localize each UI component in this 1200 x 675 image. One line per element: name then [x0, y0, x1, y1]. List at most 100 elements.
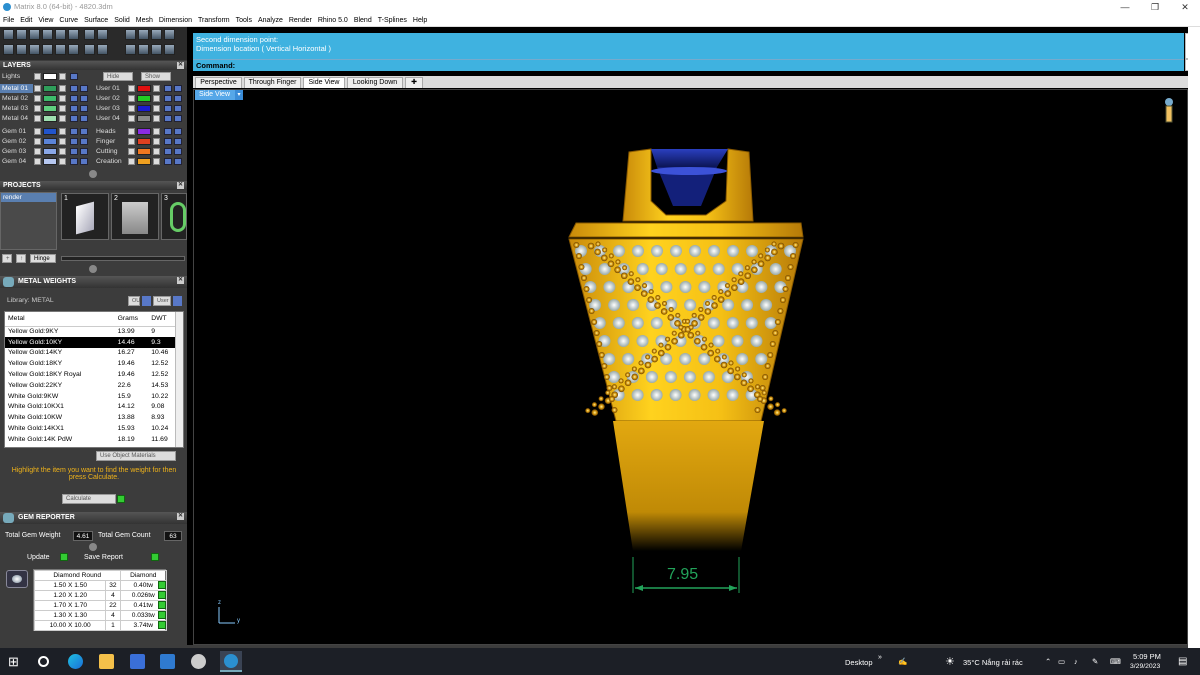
notification-icon[interactable]: ▤	[1178, 656, 1187, 667]
layer-color-swatch[interactable]	[43, 105, 57, 112]
shank-tool-icon[interactable]	[164, 44, 175, 55]
layer-options-icon[interactable]	[80, 115, 88, 122]
gem-row-select-button[interactable]	[158, 581, 166, 589]
gem-row-select-button[interactable]	[158, 601, 166, 609]
layer-visibility-icon[interactable]	[128, 85, 135, 92]
matrix-app-icon[interactable]	[191, 654, 206, 669]
layer-info-icon[interactable]	[164, 85, 172, 92]
layer-lock-icon[interactable]	[153, 158, 160, 165]
layer-row[interactable]: Metal 01	[0, 84, 92, 93]
layer-lock-icon[interactable]	[153, 95, 160, 102]
menu-item-analyze[interactable]: Analyze	[258, 14, 283, 26]
layer-options-icon[interactable]	[174, 85, 182, 92]
menu-item-solid[interactable]: Solid	[114, 14, 130, 26]
layer-options-icon[interactable]	[174, 105, 182, 112]
layer-options-icon[interactable]	[80, 128, 88, 135]
cylinder-tool-icon[interactable]	[42, 29, 53, 40]
table-row[interactable]: Yellow Gold:9KY 13.99 9	[5, 326, 177, 337]
gem-reporter-close-icon[interactable]: ✕	[177, 513, 184, 520]
layer-options-icon[interactable]	[80, 138, 88, 145]
desktop-label[interactable]: Desktop	[845, 658, 873, 667]
tab-looking-down[interactable]: Looking Down	[347, 77, 403, 88]
table-row[interactable]: White Gold:10KX1 14.12 9.08	[5, 402, 177, 413]
layer-row[interactable]: Finger	[94, 137, 186, 146]
layer-row[interactable]: Metal 03	[0, 104, 92, 113]
table-row[interactable]: Yellow Gold:22KY 22.6 14.53	[5, 380, 177, 391]
viewport[interactable]: z y	[193, 89, 1188, 645]
project-thumb-1[interactable]: 1	[61, 193, 109, 240]
tab-perspective[interactable]: Perspective	[195, 77, 242, 88]
layer-lock-icon[interactable]	[59, 158, 66, 165]
layer-lock-icon[interactable]	[59, 95, 66, 102]
project-item-render[interactable]: render	[1, 193, 56, 202]
layer-name[interactable]: Gem 04	[0, 157, 33, 166]
mail-icon[interactable]	[160, 654, 175, 669]
layer-info-icon[interactable]	[70, 85, 78, 92]
menu-item-render[interactable]: Render	[289, 14, 312, 26]
user-button[interactable]: User	[153, 296, 171, 306]
layer-row[interactable]: Cutting	[94, 147, 186, 156]
layer-info-icon[interactable]	[164, 138, 172, 145]
command-input[interactable]	[241, 61, 1181, 71]
layer-options-icon[interactable]	[80, 85, 88, 92]
use-object-materials-checkbox[interactable]: Use Object Materials	[96, 451, 176, 461]
layer-visibility-icon[interactable]	[34, 95, 41, 102]
layer-color-swatch[interactable]	[137, 138, 151, 145]
layer-visibility-icon[interactable]	[34, 148, 41, 155]
menu-item-help[interactable]: Help	[413, 14, 427, 26]
layer-color-swatch[interactable]	[137, 115, 151, 122]
layer-info-icon[interactable]	[70, 115, 78, 122]
update-button[interactable]	[60, 553, 68, 561]
clock-time[interactable]: 5:09 PM	[1133, 652, 1161, 661]
table-row[interactable]: Yellow Gold:18KY 19.46 12.52	[5, 358, 177, 369]
layer-options-icon[interactable]	[174, 128, 182, 135]
menu-item-t-splines[interactable]: T-Splines	[378, 14, 407, 26]
layer-lock-icon[interactable]	[153, 128, 160, 135]
layer-name[interactable]: User 03	[94, 104, 127, 113]
light-tool-icon[interactable]	[55, 44, 66, 55]
up-project-button[interactable]: ↑	[16, 254, 26, 263]
layer-name[interactable]: Creation	[94, 157, 127, 166]
layer-row[interactable]: User 02	[94, 94, 186, 103]
edit-tool-icon[interactable]	[84, 29, 95, 40]
calculate-field[interactable]: Calculate	[62, 494, 116, 504]
layer-options-icon[interactable]	[174, 115, 182, 122]
layer-info-icon[interactable]	[164, 95, 172, 102]
layer-name[interactable]: Metal 04	[0, 114, 33, 123]
menu-item-blend[interactable]: Blend	[354, 14, 372, 26]
layer-name[interactable]: User 04	[94, 114, 127, 123]
edit-icon[interactable]: ✎	[1092, 657, 1098, 666]
project-thumb-3[interactable]: 3	[161, 193, 187, 240]
table-row[interactable]: 1.70 X 1.70 22 0.41tw	[33, 600, 168, 611]
layer-options-icon[interactable]	[174, 158, 182, 165]
gem-row-select-button[interactable]	[158, 591, 166, 599]
layer-row[interactable]: User 01	[94, 84, 186, 93]
layer-row[interactable]: Metal 02	[0, 94, 92, 103]
layer-visibility-icon[interactable]	[34, 105, 41, 112]
table-row[interactable]: White Gold:10KW 13.88 8.93	[5, 412, 177, 423]
layer-lock-icon[interactable]	[153, 115, 160, 122]
layer-color-swatch[interactable]	[43, 138, 57, 145]
surface-tool-icon[interactable]	[55, 29, 66, 40]
layer-lock-icon[interactable]	[153, 148, 160, 155]
rhino-app-icon[interactable]	[220, 651, 242, 672]
lights-toggle-icon[interactable]	[34, 73, 41, 80]
layer-name[interactable]: Gem 01	[0, 127, 33, 136]
layers-close-icon[interactable]: ✕	[177, 62, 184, 69]
layer-color-swatch[interactable]	[43, 115, 57, 122]
gem-report-table[interactable]: Diamond Round Diamond 1.50 X 1.50 32 0.40t…	[33, 569, 168, 631]
layer-lock-icon[interactable]	[153, 85, 160, 92]
layer-color-swatch[interactable]	[137, 95, 151, 102]
layer-name[interactable]: Gem 02	[0, 137, 33, 146]
layer-color-swatch[interactable]	[43, 158, 57, 165]
menu-item-curve[interactable]: Curve	[59, 14, 78, 26]
windows-start-icon[interactable]: ⊞	[8, 654, 23, 669]
gem-row-select-button[interactable]	[158, 621, 166, 629]
table-row[interactable]: White Gold:14KX1 15.93 10.24	[5, 423, 177, 434]
layer-lock-icon[interactable]	[59, 128, 66, 135]
pave-tool-icon[interactable]	[138, 44, 149, 55]
layer-lock-icon[interactable]	[153, 138, 160, 145]
layer-options-icon[interactable]	[174, 138, 182, 145]
menu-item-mesh[interactable]: Mesh	[136, 14, 153, 26]
layer-options-icon[interactable]	[80, 95, 88, 102]
